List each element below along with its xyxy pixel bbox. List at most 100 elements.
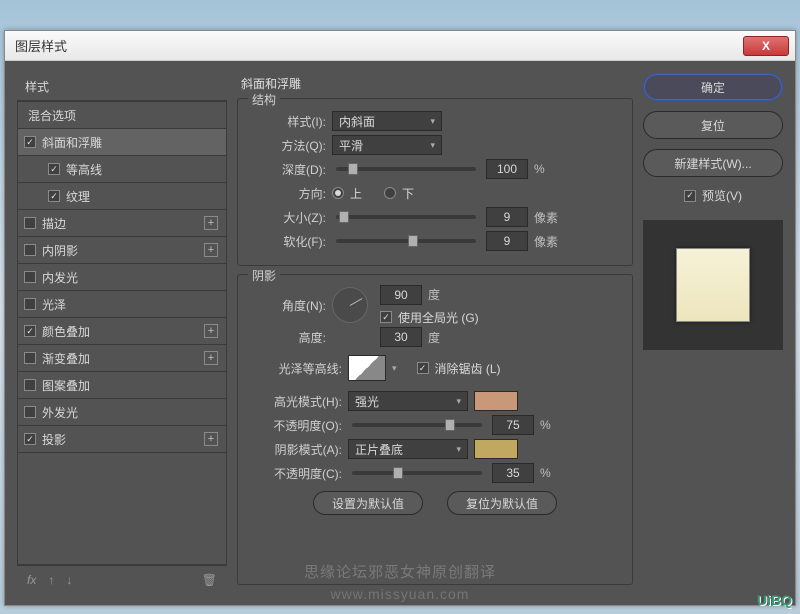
style-select-value: 内斜面 <box>339 113 375 130</box>
close-button[interactable]: X <box>743 36 789 56</box>
highlight-opacity-field[interactable]: 75 <box>492 415 534 435</box>
preview-swatch <box>676 248 750 322</box>
depth-unit: % <box>534 162 564 176</box>
highlight-mode-select[interactable]: 强光 ▾ <box>348 391 468 411</box>
plus-icon[interactable]: + <box>204 432 218 446</box>
highlight-mode-value: 强光 <box>355 393 379 410</box>
checkbox-icon[interactable] <box>48 163 60 175</box>
size-slider[interactable] <box>336 215 476 219</box>
shadow-color-swatch[interactable] <box>474 439 518 459</box>
chevron-down-icon: ▾ <box>456 444 461 455</box>
style-label: 斜面和浮雕 <box>42 134 102 151</box>
close-icon: X <box>762 39 770 53</box>
direction-label: 方向: <box>250 185 326 202</box>
styles-header: 样式 <box>17 73 227 101</box>
shadow-opacity-unit: % <box>540 466 570 480</box>
window-title: 图层样式 <box>11 36 743 55</box>
checkbox-icon[interactable] <box>24 325 36 337</box>
size-unit: 像素 <box>534 209 564 226</box>
make-default-button[interactable]: 设置为默认值 <box>313 491 423 515</box>
angle-widget[interactable] <box>332 287 368 323</box>
style-item-inner-glow[interactable]: 内发光 <box>18 264 226 291</box>
technique-select-value: 平滑 <box>339 137 363 154</box>
checkbox-icon[interactable] <box>24 217 36 229</box>
shading-legend: 阴影 <box>248 267 280 284</box>
checkbox-icon[interactable] <box>24 406 36 418</box>
size-field[interactable]: 9 <box>486 207 528 227</box>
style-item-texture[interactable]: 纹理 <box>18 183 226 210</box>
checkbox-icon[interactable] <box>24 379 36 391</box>
blending-options-label: 混合选项 <box>28 107 76 124</box>
style-item-pattern-overlay[interactable]: 图案叠加 <box>18 372 226 399</box>
antialias-label: 消除锯齿 (L) <box>435 360 501 377</box>
style-item-bevel[interactable]: 斜面和浮雕 <box>18 129 226 156</box>
preview-label: 预览(V) <box>702 187 742 204</box>
style-label: 内阴影 <box>42 242 78 259</box>
reset-default-button[interactable]: 复位为默认值 <box>447 491 557 515</box>
settings-panel: 斜面和浮雕 结构 样式(I): 内斜面 ▾ 方法(Q): 平滑 ▾ <box>237 73 633 593</box>
soften-slider[interactable] <box>336 239 476 243</box>
ok-button[interactable]: 确定 <box>643 73 783 101</box>
fx-icon[interactable]: fx <box>27 573 36 587</box>
checkbox-icon[interactable] <box>24 352 36 364</box>
highlight-opacity-slider[interactable] <box>352 423 482 427</box>
direction-up-radio[interactable] <box>332 187 344 199</box>
checkbox-icon[interactable] <box>24 244 36 256</box>
preview-checkbox[interactable] <box>684 190 696 202</box>
style-select[interactable]: 内斜面 ▾ <box>332 111 442 131</box>
style-label: 投影 <box>42 431 66 448</box>
style-item-inner-shadow[interactable]: 内阴影 + <box>18 237 226 264</box>
layer-style-dialog: 图层样式 X 样式 混合选项 斜面和浮雕 等高线 <box>4 30 796 606</box>
chevron-down-icon: ▾ <box>456 396 461 407</box>
style-label: 样式(I): <box>250 113 326 130</box>
shadow-opacity-slider[interactable] <box>352 471 482 475</box>
antialias-checkbox[interactable] <box>417 362 429 374</box>
chevron-down-icon[interactable]: ▾ <box>392 363 397 374</box>
checkbox-icon[interactable] <box>24 433 36 445</box>
depth-field[interactable]: 100 <box>486 159 528 179</box>
angle-field[interactable]: 90 <box>380 285 422 305</box>
style-item-contour[interactable]: 等高线 <box>18 156 226 183</box>
depth-slider[interactable] <box>336 167 476 171</box>
shadow-opacity-field[interactable]: 35 <box>492 463 534 483</box>
chevron-down-icon: ▾ <box>430 140 435 151</box>
shadow-mode-value: 正片叠底 <box>355 441 403 458</box>
soften-field[interactable]: 9 <box>486 231 528 251</box>
checkbox-icon[interactable] <box>24 271 36 283</box>
direction-up-label: 上 <box>350 185 362 202</box>
style-item-drop-shadow[interactable]: 投影 + <box>18 426 226 453</box>
highlight-color-swatch[interactable] <box>474 391 518 411</box>
style-label: 纹理 <box>66 188 90 205</box>
style-item-gradient-overlay[interactable]: 渐变叠加 + <box>18 345 226 372</box>
chevron-down-icon: ▾ <box>430 116 435 127</box>
plus-icon[interactable]: + <box>204 243 218 257</box>
style-item-satin[interactable]: 光泽 <box>18 291 226 318</box>
plus-icon[interactable]: + <box>204 351 218 365</box>
altitude-label: 高度: <box>250 329 326 346</box>
plus-icon[interactable]: + <box>204 324 218 338</box>
new-style-button[interactable]: 新建样式(W)... <box>643 149 783 177</box>
arrow-up-icon[interactable]: ↑ <box>48 573 54 587</box>
checkbox-icon[interactable] <box>24 298 36 310</box>
checkbox-icon[interactable] <box>48 190 60 202</box>
preview-area <box>643 220 783 350</box>
plus-icon[interactable]: + <box>204 216 218 230</box>
shadow-mode-select[interactable]: 正片叠底 ▾ <box>348 439 468 459</box>
technique-select[interactable]: 平滑 ▾ <box>332 135 442 155</box>
style-item-stroke[interactable]: 描边 + <box>18 210 226 237</box>
checkbox-icon[interactable] <box>24 136 36 148</box>
arrow-down-icon[interactable]: ↓ <box>66 573 72 587</box>
cancel-button[interactable]: 复位 <box>643 111 783 139</box>
direction-down-radio[interactable] <box>384 187 396 199</box>
titlebar[interactable]: 图层样式 X <box>5 31 795 61</box>
style-item-outer-glow[interactable]: 外发光 <box>18 399 226 426</box>
style-item-color-overlay[interactable]: 颜色叠加 + <box>18 318 226 345</box>
gloss-contour-picker[interactable] <box>348 355 386 381</box>
global-light-checkbox[interactable] <box>380 311 392 323</box>
style-label: 图案叠加 <box>42 377 90 394</box>
reset-default-label: 复位为默认值 <box>466 495 538 512</box>
trash-icon[interactable]: 🗑 <box>202 573 217 587</box>
altitude-field[interactable]: 30 <box>380 327 422 347</box>
blending-options-item[interactable]: 混合选项 <box>18 102 226 129</box>
soften-label: 软化(F): <box>250 233 326 250</box>
